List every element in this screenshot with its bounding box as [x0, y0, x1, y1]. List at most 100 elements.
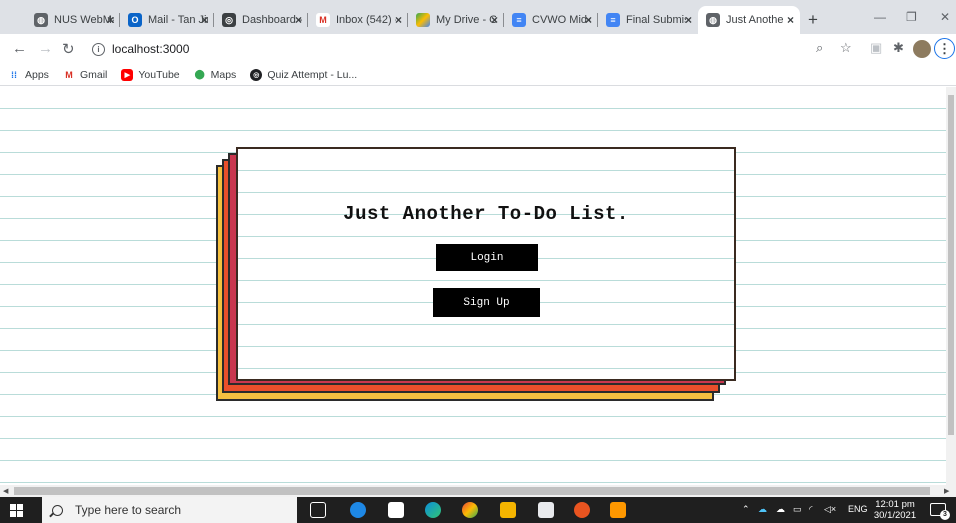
close-tab-icon[interactable]: × [787, 13, 794, 27]
reload-icon[interactable]: ↻ [62, 40, 75, 58]
battery-icon[interactable]: ▭ [793, 504, 802, 515]
browser-toolbar: ← → ↻ i localhost:3000 ⌕ ☆ ▣ ✱ [0, 34, 956, 64]
tab-title: Mail - Tan Jin [148, 14, 208, 26]
language-indicator[interactable]: ENG [848, 504, 868, 514]
bookmark-label: YouTube [138, 68, 180, 81]
youtube-icon: ▶ [121, 68, 134, 81]
close-tab-icon[interactable]: × [685, 13, 692, 27]
zoom-icon[interactable]: ⌕ [816, 40, 823, 56]
profile-avatar[interactable] [913, 40, 931, 58]
browser-app-icon[interactable] [350, 502, 366, 518]
chrome-icon[interactable] [462, 502, 478, 518]
gmail-icon: M [316, 13, 330, 27]
task-view-icon[interactable] [310, 502, 326, 518]
tab-title: CVWO Mid- [532, 14, 591, 26]
bookmark-label: Apps [25, 68, 49, 81]
bookmark-quiz[interactable]: ◎ Quiz Attempt - Lu... [250, 68, 358, 81]
close-tab-icon[interactable]: × [295, 13, 302, 27]
tab-my-drive[interactable]: My Drive - G × [408, 6, 504, 34]
tab-title: My Drive - G [436, 14, 496, 26]
dashboard-icon: ◎ [222, 13, 236, 27]
chrome-menu-icon[interactable]: ⋮ [934, 38, 955, 59]
apps-grid-icon: ⁞⁞ [11, 69, 17, 80]
close-tab-icon[interactable]: × [585, 13, 592, 27]
close-window-button[interactable]: ✕ [940, 10, 950, 24]
clock-date: 30/1/2021 [873, 510, 917, 521]
taskbar-search[interactable]: Type here to search [42, 497, 297, 523]
maps-pin-icon: ⬤ [194, 69, 205, 79]
tab-title: NUS WebMail [54, 14, 114, 26]
clock-time: 12:01 pm [875, 499, 915, 510]
forward-arrow-icon[interactable]: → [38, 40, 53, 57]
tab-dashboard[interactable]: ◎ Dashboard - × [214, 6, 308, 34]
close-tab-icon[interactable]: × [201, 13, 208, 27]
scrollbar-thumb[interactable] [14, 487, 930, 495]
scroll-left-icon[interactable]: ◀ [3, 487, 8, 495]
docs-icon: ≡ [606, 13, 620, 27]
tray-chevron-icon[interactable]: ⌃ [742, 504, 750, 515]
url-text: localhost:3000 [112, 42, 190, 56]
tab-nus-webmail[interactable]: ◍ NUS WebMail × [26, 6, 120, 34]
scrollbar-thumb[interactable] [948, 95, 954, 435]
windows-start-icon[interactable] [10, 504, 23, 517]
volume-icon[interactable]: ◁× [824, 504, 836, 515]
tab-title: Dashboard - [242, 14, 302, 26]
address-bar[interactable]: i localhost:3000 [92, 38, 812, 60]
login-button[interactable]: Login [436, 244, 538, 271]
tab-title: Final Submis [626, 14, 686, 26]
taskbar-clock[interactable]: 12:01 pm 30/1/2021 [872, 499, 918, 521]
bookmark-label: Gmail [79, 68, 108, 81]
outlook-icon: O [128, 13, 142, 27]
bookmark-gmail[interactable]: M Gmail [63, 69, 107, 81]
quiz-icon: ◎ [250, 68, 263, 81]
edge-icon[interactable] [425, 502, 441, 518]
tab-inbox[interactable]: M Inbox (542) - × [308, 6, 408, 34]
globe-icon: ◍ [706, 13, 720, 27]
close-tab-icon[interactable]: × [395, 13, 402, 27]
extension-icon[interactable]: ▣ [870, 40, 882, 56]
gmail-icon: M [65, 69, 73, 80]
horizontal-scrollbar[interactable]: ◀ ▶ [0, 485, 956, 497]
new-tab-button[interactable]: + [808, 10, 818, 30]
tab-mail[interactable]: O Mail - Tan Jin × [120, 6, 214, 34]
site-info-icon[interactable]: i [92, 42, 105, 56]
page-title: Just Another To-Do List. [343, 203, 629, 225]
back-arrow-icon[interactable]: ← [12, 40, 27, 57]
tab-just-another[interactable]: ◍ Just Anothe × [698, 6, 800, 34]
bookmark-maps[interactable]: ⬤ Maps [194, 69, 237, 81]
bookmark-apps[interactable]: ⁞⁞ Apps [8, 69, 49, 81]
notification-count: 3 [940, 510, 950, 520]
globe-icon: ◍ [34, 13, 48, 27]
bookmark-label: Maps [210, 68, 237, 81]
store-icon[interactable] [388, 502, 404, 518]
tab-title: Just Anothe [726, 14, 784, 26]
cloud-icon[interactable]: ☁ [776, 504, 785, 515]
file-explorer-icon[interactable] [500, 502, 516, 518]
puzzle-extensions-icon[interactable]: ✱ [893, 40, 904, 56]
sublime-text-icon[interactable] [610, 502, 626, 518]
ubuntu-icon[interactable] [574, 502, 590, 518]
tab-strip: ◍ NUS WebMail × O Mail - Tan Jin × ◎ Das… [0, 0, 956, 34]
vertical-scrollbar[interactable] [946, 87, 956, 485]
drive-icon [416, 13, 430, 27]
tab-title: Inbox (542) - [336, 14, 396, 26]
onedrive-icon[interactable]: ☁ [758, 504, 767, 515]
page-viewport: Just Another To-Do List. Login Sign Up [0, 87, 946, 485]
windows-taskbar: Type here to search ⌃ ☁ ☁ ▭ ◜ ◁× ENG 12:… [0, 497, 956, 523]
tab-cvwo-mid[interactable]: ≡ CVWO Mid- × [504, 6, 598, 34]
minimize-button[interactable]: — [874, 10, 886, 24]
scroll-right-icon[interactable]: ▶ [944, 487, 949, 495]
close-tab-icon[interactable]: × [491, 13, 498, 27]
signup-button[interactable]: Sign Up [433, 288, 540, 317]
search-placeholder: Type here to search [75, 503, 182, 517]
wifi-icon[interactable]: ◜ [809, 504, 813, 515]
close-tab-icon[interactable]: × [107, 13, 114, 27]
bookmark-label: Quiz Attempt - Lu... [267, 68, 358, 81]
tab-final-submission[interactable]: ≡ Final Submis × [598, 6, 698, 34]
document-app-icon[interactable] [538, 502, 554, 518]
bookmark-youtube[interactable]: ▶ YouTube [121, 68, 180, 81]
docs-icon: ≡ [512, 13, 526, 27]
bookmark-star-icon[interactable]: ☆ [840, 40, 852, 56]
restore-button[interactable]: ❐ [906, 10, 917, 24]
bookmarks-bar: ⁞⁞ Apps M Gmail ▶ YouTube ⬤ Maps ◎ Quiz … [0, 64, 956, 86]
